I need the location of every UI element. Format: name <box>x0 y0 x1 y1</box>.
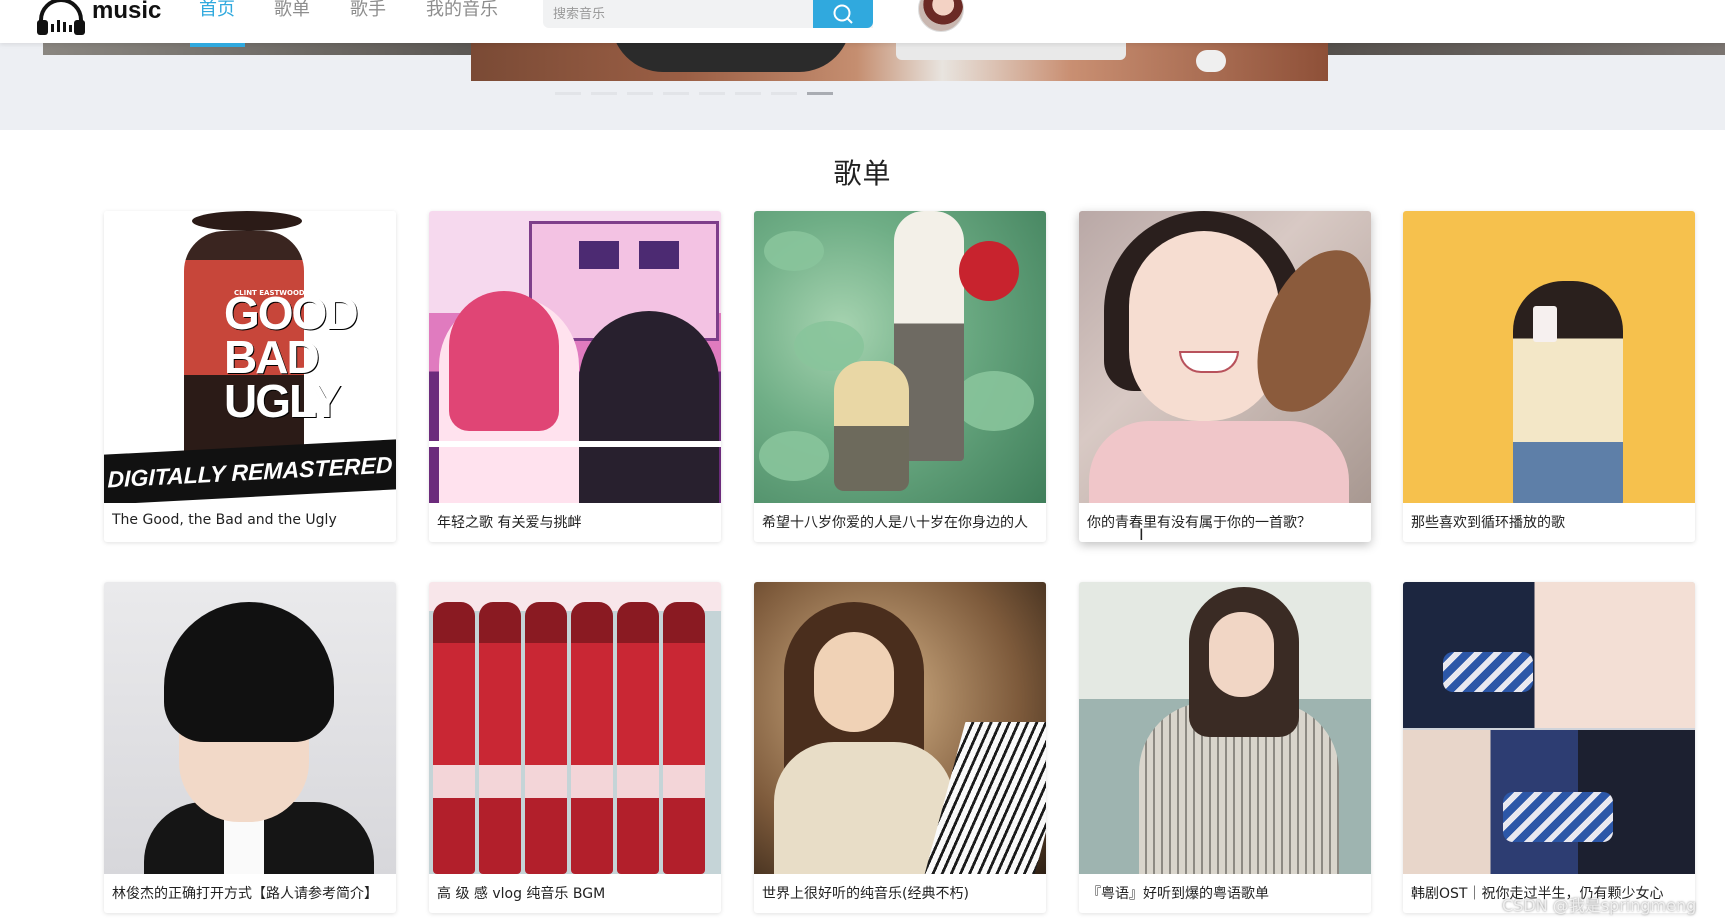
nav-my-music[interactable]: 我的音乐 <box>426 0 498 20</box>
text-cursor-icon: I <box>1139 525 1144 544</box>
carousel-indicator[interactable] <box>627 92 653 95</box>
playlist-card[interactable]: 高 级 感 vlog 纯音乐 BGM <box>429 582 721 913</box>
playlist-card[interactable]: 那些喜欢到循环播放的歌 <box>1403 211 1695 542</box>
playlist-title[interactable]: The Good, the Bad and the Ugly <box>112 512 392 528</box>
cover-title-text: GOOD BAD UGLY <box>224 287 359 427</box>
nav-playlists[interactable]: 歌单 <box>274 0 310 20</box>
banner-next-slide[interactable] <box>1328 43 1725 55</box>
playlist-card[interactable]: 林俊杰的正确打开方式【路人请参考简介】 <box>104 582 396 913</box>
carousel-indicator[interactable] <box>735 92 761 95</box>
playlist-cover[interactable]: CLINT EASTWOOD GOOD BAD UGLY DIGITALLY R… <box>104 211 396 503</box>
section-title: 歌单 <box>833 157 892 190</box>
playlist-title[interactable]: 世界上很好听的纯音乐(经典不朽) <box>762 883 1042 903</box>
logo-text: music <box>92 0 162 24</box>
carousel-indicator[interactable] <box>555 92 581 95</box>
playlist-grid: CLINT EASTWOOD GOOD BAD UGLY DIGITALLY R… <box>104 211 1695 922</box>
carousel-indicators <box>555 92 833 95</box>
playlist-cover[interactable] <box>429 211 721 503</box>
search-button[interactable] <box>813 0 873 28</box>
search-box <box>543 0 873 28</box>
carousel-indicator-active[interactable] <box>807 92 833 95</box>
playlist-title[interactable]: 林俊杰的正确打开方式【路人请参考简介】 <box>112 883 392 903</box>
playlist-card[interactable]: 『粤语』好听到爆的粤语歌单 <box>1079 582 1371 913</box>
playlist-card[interactable]: CLINT EASTWOOD GOOD BAD UGLY DIGITALLY R… <box>104 211 396 542</box>
playlist-title[interactable]: 希望十八岁你爱的人是八十岁在你身边的人 <box>762 512 1042 532</box>
playlist-cover[interactable] <box>1079 211 1371 503</box>
playlist-card[interactable]: 世界上很好听的纯音乐(经典不朽) <box>754 582 1046 913</box>
logo[interactable]: music <box>36 0 161 36</box>
page: music 首页 歌单 歌手 我的音乐 歌单 <box>0 0 1725 922</box>
playlist-card[interactable]: 希望十八岁你爱的人是八十岁在你身边的人 <box>754 211 1046 542</box>
playlist-cover[interactable] <box>104 582 396 874</box>
playlist-card[interactable]: 韩剧OST｜祝你走过半生，仍有颗少女心 <box>1403 582 1695 913</box>
carousel-indicator[interactable] <box>663 92 689 95</box>
nav-active-indicator <box>190 43 245 47</box>
banner-prev-slide[interactable] <box>43 43 473 55</box>
carousel-indicator[interactable] <box>591 92 617 95</box>
carousel-indicator[interactable] <box>771 92 797 95</box>
playlist-cover[interactable] <box>429 582 721 874</box>
carousel-indicator[interactable] <box>699 92 725 95</box>
playlist-cover[interactable] <box>754 582 1046 874</box>
playlist-cover[interactable] <box>1403 211 1695 503</box>
banner-current-slide[interactable] <box>471 20 1328 81</box>
nav-singers[interactable]: 歌手 <box>350 0 386 20</box>
headphones-icon <box>37 0 85 35</box>
playlist-cover[interactable] <box>1403 582 1695 874</box>
cover-remastered-text: DIGITALLY REMASTERED <box>104 439 396 503</box>
watermark: CSDN @我是springmeng <box>1502 896 1697 915</box>
playlist-title[interactable]: 高 级 感 vlog 纯音乐 BGM <box>437 883 717 903</box>
banner-laptop-image <box>896 40 1126 60</box>
banner-mouse-image <box>1196 50 1226 72</box>
playlist-cover[interactable] <box>754 211 1046 503</box>
top-navbar: music 首页 歌单 歌手 我的音乐 <box>0 0 1725 47</box>
search-icon <box>833 4 853 24</box>
nav-home[interactable]: 首页 <box>199 0 235 20</box>
playlist-cover[interactable] <box>1079 582 1371 874</box>
playlist-title[interactable]: 年轻之歌 有关爱与挑衅 <box>437 512 717 532</box>
user-avatar[interactable] <box>918 0 964 32</box>
playlist-title[interactable]: 那些喜欢到循环播放的歌 <box>1411 512 1691 532</box>
playlist-card[interactable]: 年轻之歌 有关爱与挑衅 <box>429 211 721 542</box>
playlist-title[interactable]: 你的青春里有没有属于你的一首歌？ <box>1087 512 1367 532</box>
search-input[interactable] <box>543 0 813 28</box>
playlist-title[interactable]: 『粤语』好听到爆的粤语歌单 <box>1087 883 1367 903</box>
playlist-card-hovered[interactable]: 你的青春里有没有属于你的一首歌？ <box>1079 211 1371 542</box>
